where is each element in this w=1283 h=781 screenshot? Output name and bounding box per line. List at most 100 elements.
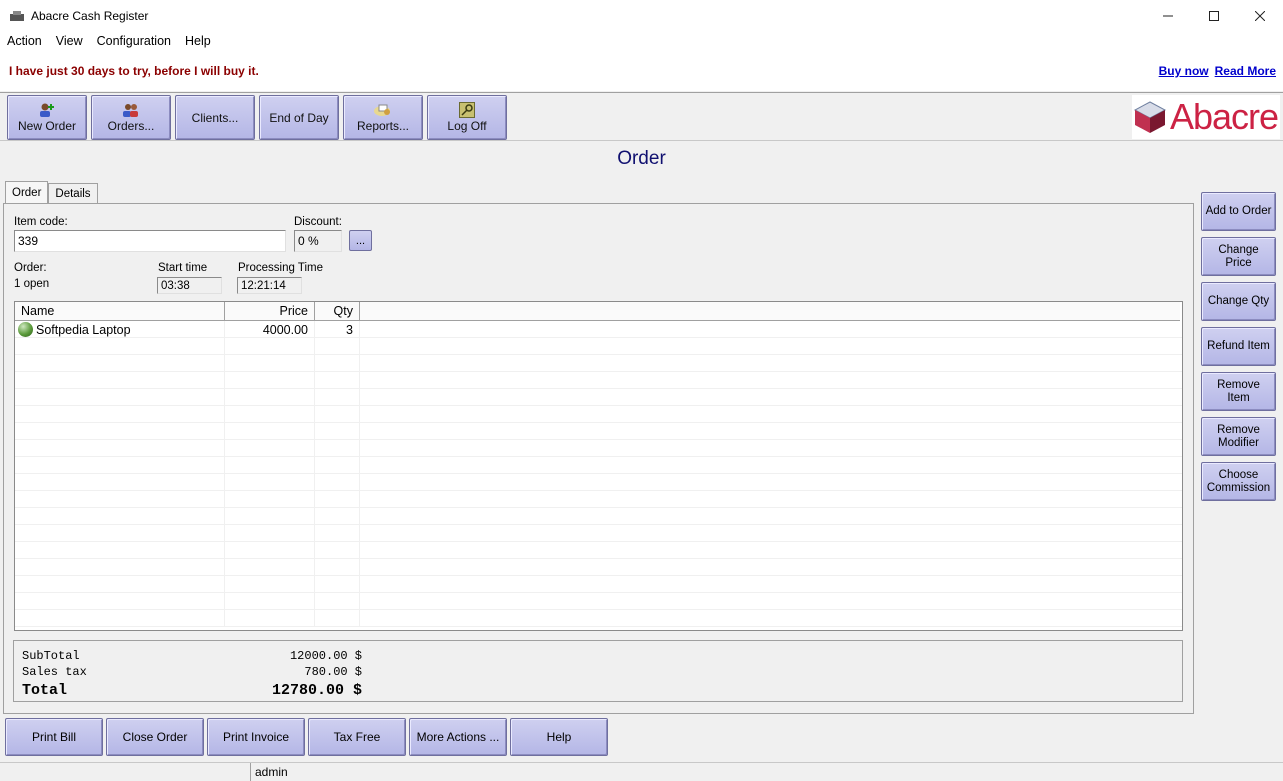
- empty-cell: [15, 525, 225, 542]
- title-bar: Abacre Cash Register: [0, 0, 1283, 31]
- change-qty-button[interactable]: Change Qty: [1201, 282, 1276, 321]
- new-order-button[interactable]: New Order: [7, 95, 87, 140]
- empty-cell: [360, 610, 1180, 627]
- empty-row: [15, 423, 1182, 440]
- status-user: admin: [255, 765, 288, 779]
- empty-cell: [15, 372, 225, 389]
- empty-cell: [225, 525, 315, 542]
- column-qty[interactable]: Qty: [315, 302, 360, 321]
- column-price[interactable]: Price: [225, 302, 315, 321]
- empty-cell: [360, 406, 1180, 423]
- change-price-button[interactable]: Change Price: [1201, 237, 1276, 276]
- log-off-button[interactable]: Log Off: [427, 95, 507, 140]
- empty-cell: [15, 559, 225, 576]
- grid-header: Name Price Qty: [15, 302, 1180, 321]
- empty-cell: [360, 491, 1180, 508]
- menu-action[interactable]: Action: [0, 34, 49, 48]
- empty-cell: [360, 542, 1180, 559]
- reports-button[interactable]: Reports...: [343, 95, 423, 140]
- read-more-link[interactable]: Read More: [1215, 64, 1276, 78]
- processing-time-field: 12:21:14: [237, 277, 302, 294]
- empty-cell: [15, 610, 225, 627]
- discount-options-button[interactable]: ...: [349, 230, 372, 251]
- empty-row: [15, 491, 1182, 508]
- empty-cell: [225, 338, 315, 355]
- column-name[interactable]: Name: [15, 302, 225, 321]
- empty-cell: [225, 423, 315, 440]
- item-code-input[interactable]: 339: [14, 230, 286, 252]
- empty-row: [15, 525, 1182, 542]
- empty-cell: [15, 440, 225, 457]
- totals-box: SubTotal 12000.00 $ Sales tax 780.00 $ T…: [13, 640, 1183, 702]
- buy-now-link[interactable]: Buy now: [1159, 64, 1209, 78]
- total-label: Total: [22, 682, 68, 699]
- end-of-day-label: End of Day: [269, 110, 329, 125]
- empty-cell: [15, 389, 225, 406]
- empty-row: [15, 576, 1182, 593]
- new-order-icon: [38, 102, 56, 118]
- empty-cell: [15, 542, 225, 559]
- order-label: Order:: [14, 262, 47, 274]
- empty-cell: [225, 372, 315, 389]
- empty-cell: [315, 474, 360, 491]
- choose-commission-button[interactable]: Choose Commission: [1201, 462, 1276, 501]
- tab-order[interactable]: Order: [5, 181, 49, 203]
- print-bill-button[interactable]: Print Bill: [5, 718, 103, 756]
- empty-row: [15, 474, 1182, 491]
- maximize-button[interactable]: [1191, 0, 1237, 31]
- menu-help[interactable]: Help: [178, 34, 218, 48]
- print-invoice-button[interactable]: Print Invoice: [207, 718, 305, 756]
- clients-label: Clients...: [191, 110, 239, 125]
- order-status: 1 open: [14, 278, 50, 290]
- empty-cell: [225, 576, 315, 593]
- empty-cell: [15, 491, 225, 508]
- tab-details[interactable]: Details: [48, 183, 98, 204]
- empty-cell: [315, 440, 360, 457]
- more-actions-button[interactable]: More Actions ...: [409, 718, 507, 756]
- empty-cell: [225, 440, 315, 457]
- empty-row: [15, 338, 1182, 355]
- close-icon: [1255, 10, 1265, 21]
- total-row: Total 12780.00 $: [22, 682, 362, 699]
- empty-cell: [15, 457, 225, 474]
- close-button[interactable]: [1237, 0, 1283, 31]
- empty-cell: [15, 576, 225, 593]
- clients-button[interactable]: Clients...: [175, 95, 255, 140]
- empty-row: [15, 389, 1182, 406]
- menu-view[interactable]: View: [49, 34, 90, 48]
- maximize-icon: [1209, 10, 1219, 21]
- window-title: Abacre Cash Register: [31, 8, 149, 23]
- order-panel: Item code: 339 Discount: 0 % ... Order: …: [3, 203, 1194, 714]
- empty-cell: [315, 559, 360, 576]
- empty-cell: [15, 508, 225, 525]
- add-to-order-button[interactable]: Add to Order: [1201, 192, 1276, 231]
- subtotal-value: 12000.00 $: [289, 649, 362, 663]
- empty-cell: [15, 593, 225, 610]
- empty-cell: [315, 593, 360, 610]
- orders-label: Orders...: [107, 119, 155, 133]
- empty-cell: [315, 372, 360, 389]
- menu-configuration[interactable]: Configuration: [90, 34, 178, 48]
- order-items-grid[interactable]: Name Price Qty Softpedia Laptop 4000.00 …: [14, 301, 1183, 631]
- remove-modifier-button[interactable]: Remove Modifier: [1201, 417, 1276, 456]
- refund-item-button[interactable]: Refund Item: [1201, 327, 1276, 366]
- logo-text: Abacre: [1170, 96, 1279, 137]
- empty-cell: [15, 406, 225, 423]
- table-row[interactable]: Softpedia Laptop 4000.00 3: [15, 321, 1182, 338]
- trial-message: I have just 30 days to try, before I wil…: [9, 64, 259, 78]
- close-order-button[interactable]: Close Order: [106, 718, 204, 756]
- empty-cell: [225, 355, 315, 372]
- empty-cell: [225, 389, 315, 406]
- remove-item-button[interactable]: Remove Item: [1201, 372, 1276, 411]
- orders-button[interactable]: Orders...: [91, 95, 171, 140]
- start-time-label: Start time: [158, 262, 208, 274]
- help-button[interactable]: Help: [510, 718, 608, 756]
- empty-row: [15, 372, 1182, 389]
- empty-cell: [225, 542, 315, 559]
- tax-free-button[interactable]: Tax Free: [308, 718, 406, 756]
- empty-cell: [225, 508, 315, 525]
- end-of-day-button[interactable]: End of Day: [259, 95, 339, 140]
- empty-cell: [360, 338, 1180, 355]
- minimize-button[interactable]: [1145, 0, 1191, 31]
- empty-row: [15, 593, 1182, 610]
